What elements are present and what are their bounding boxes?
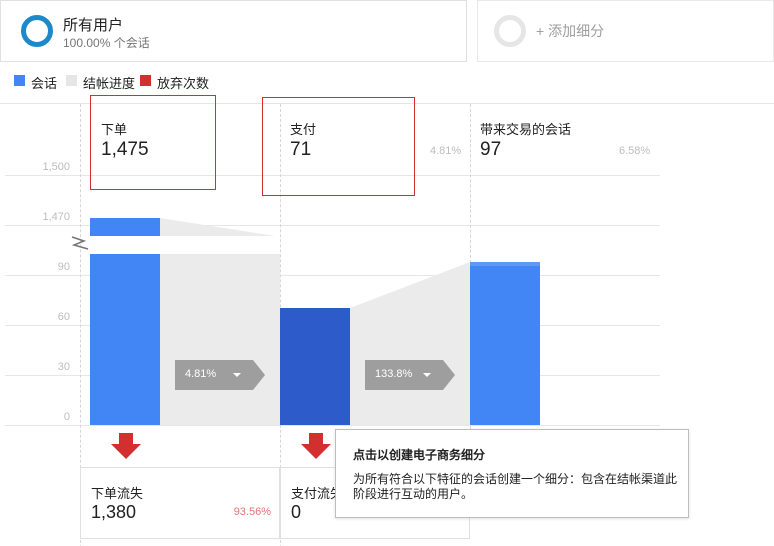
bar-transactions[interactable]: [470, 262, 540, 425]
tooltip-title: 点击以创建电子商务细分: [353, 448, 486, 462]
conversion-tag-payment-to-transactions[interactable]: 133.8%: [365, 360, 455, 390]
create-segment-tooltip: 点击以创建电子商务细分 为所有符合以下特征的会话创建一个细分：包含在结帐渠道此阶…: [335, 429, 689, 518]
highlight-box-order: [90, 95, 216, 190]
conversion-rate: 4.81%: [185, 368, 217, 380]
axis-break-icon: [71, 236, 89, 250]
dropoff-value: 0: [291, 502, 302, 522]
dropoff-label: 下单流失: [91, 486, 144, 501]
abandon-arrow-icon[interactable]: [301, 433, 331, 459]
bar-payment[interactable]: [280, 308, 350, 425]
caret-down-icon: [233, 373, 241, 377]
caret-down-icon: [423, 373, 431, 377]
conversion-rate: 133.8%: [375, 368, 413, 380]
progress-wedge-top: [160, 218, 275, 236]
progress-area-payment-to-transactions: [350, 262, 470, 425]
highlight-box-payment: [262, 97, 415, 196]
bar-order-top[interactable]: [90, 218, 160, 236]
progress-area-order-to-payment: [160, 254, 280, 425]
tooltip-body: 为所有符合以下特征的会话创建一个细分：包含在结帐渠道此阶段进行互动的用户。: [353, 472, 678, 501]
dropoff-pct: 93.56%: [233, 506, 271, 518]
bar-order[interactable]: [90, 254, 160, 425]
conversion-tag-order-to-payment[interactable]: 4.81%: [175, 360, 265, 390]
abandon-arrow-icon[interactable]: [111, 433, 141, 459]
dropoff-card-order[interactable]: 下单流失 1,380 93.56%: [80, 467, 280, 539]
dropoff-value: 1,380: [91, 502, 137, 522]
checkout-funnel-page: 所有用户 100.00% 个会话 + 添加细分 会话 结帐进度 放弃次数 下单 …: [0, 0, 774, 546]
